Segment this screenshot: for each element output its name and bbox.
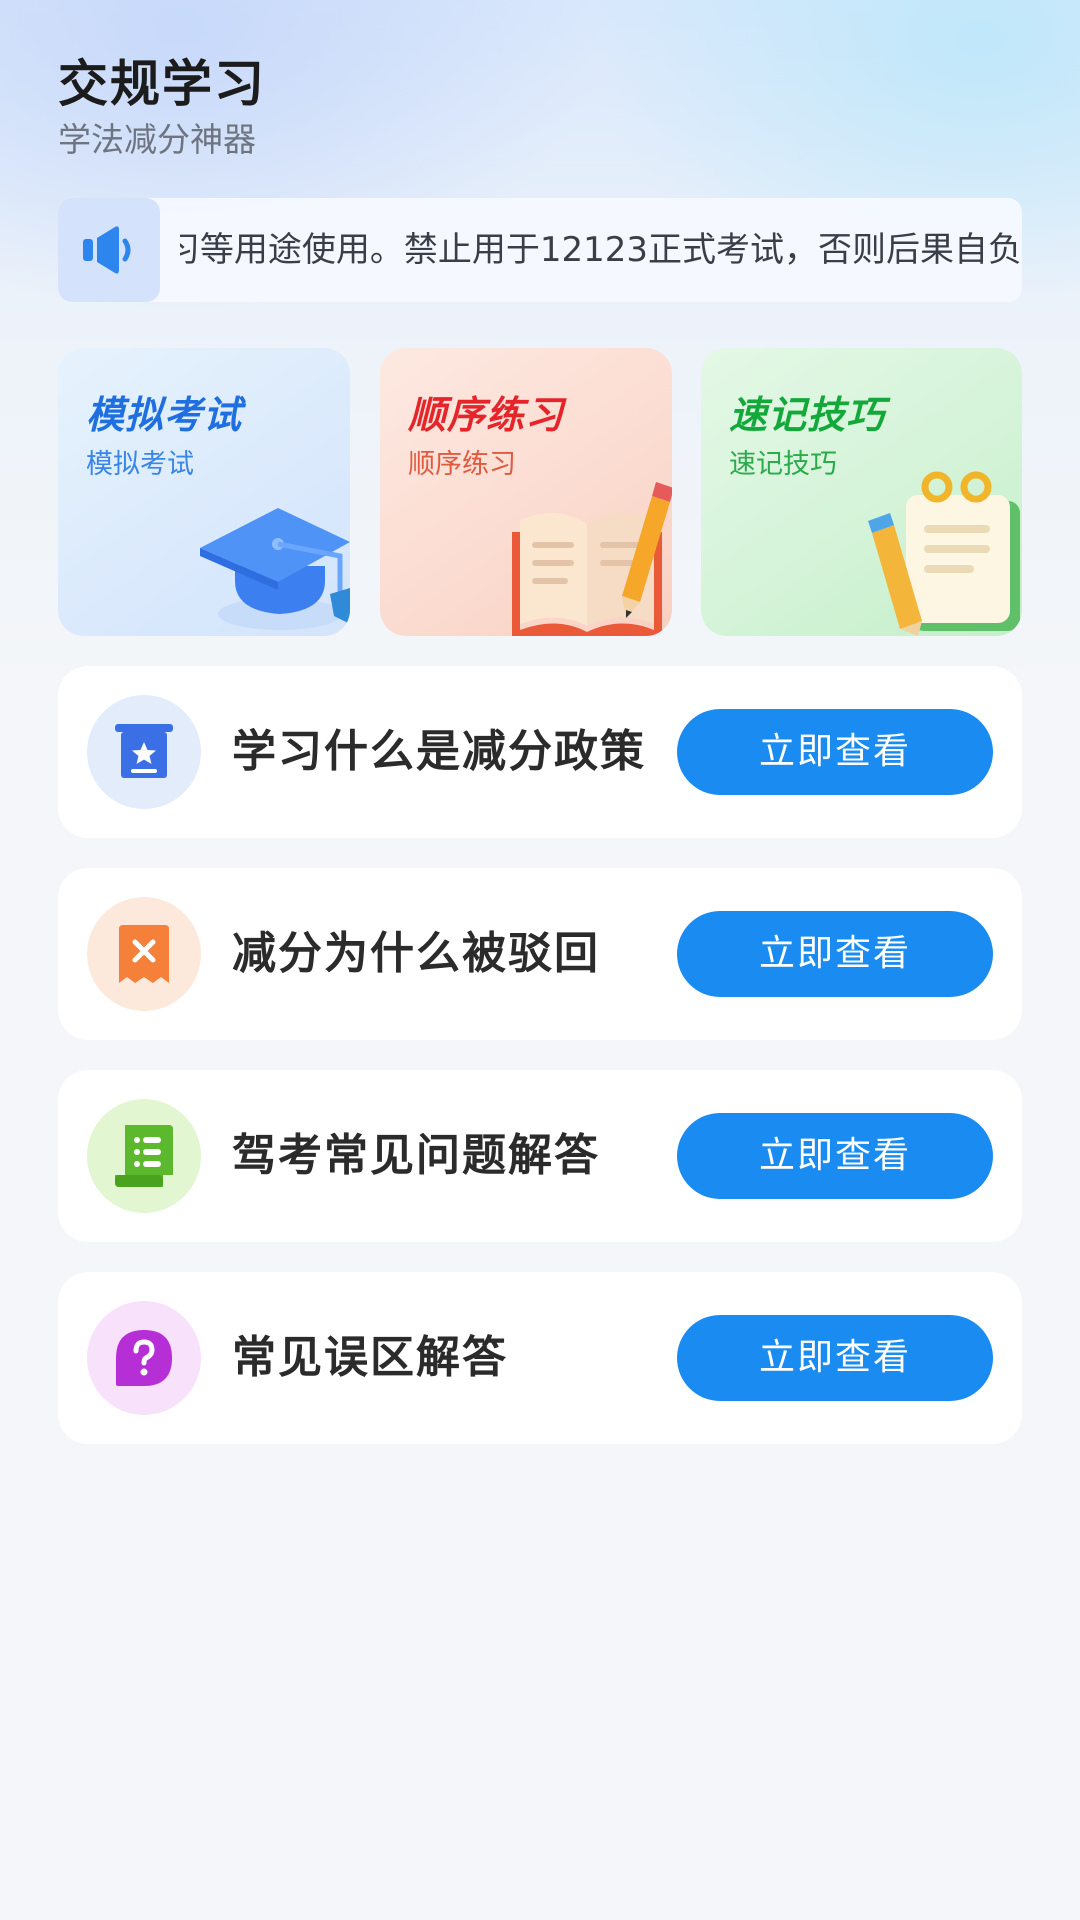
document-list-icon <box>87 1099 201 1213</box>
card-subtitle: 速记技巧 <box>729 449 837 480</box>
graduation-cap-icon <box>200 508 350 630</box>
page-header: 交规学习 学法减分神器 <box>58 52 266 162</box>
list-item-title: 常见误区解答 <box>232 1332 508 1383</box>
card-title: 速记技巧 <box>729 393 886 437</box>
list-item-title: 学习什么是减分政策 <box>232 726 646 777</box>
list-item-common-misconceptions[interactable]: 常见误区解答 立即查看 <box>58 1272 1022 1444</box>
card-title: 模拟考试 <box>86 393 243 437</box>
view-now-button[interactable]: 立即查看 <box>677 911 993 997</box>
card-mock-exam[interactable]: 模拟考试 模拟考试 <box>58 348 350 636</box>
rejected-receipt-icon <box>87 897 201 1011</box>
card-subtitle: 模拟考试 <box>86 449 194 480</box>
notice-marquee: 习等用途使用。禁止用于12123正式考试，否则后果自负 <box>180 198 1022 302</box>
card-memory-tips[interactable]: 速记技巧 速记技巧 <box>701 348 1022 636</box>
feature-cards: 模拟考试 模拟考试 顺序练习 顺序练习 速记技巧 速记技巧 <box>58 348 1022 636</box>
list-item-deduction-rejected[interactable]: 减分为什么被驳回 立即查看 <box>58 868 1022 1040</box>
card-title: 顺序练习 <box>408 393 565 437</box>
notepad-pencil-icon <box>868 471 1020 636</box>
speaker-icon <box>58 198 160 302</box>
card-sequential-practice[interactable]: 顺序练习 顺序练习 <box>380 348 672 636</box>
list-item-exam-faq[interactable]: 驾考常见问题解答 立即查看 <box>58 1070 1022 1242</box>
notice-bar[interactable]: 习等用途使用。禁止用于12123正式考试，否则后果自负 <box>58 198 1022 302</box>
page-subtitle: 学法减分神器 <box>58 120 256 159</box>
view-now-button[interactable]: 立即查看 <box>677 1113 993 1199</box>
list-item-title: 驾考常见问题解答 <box>232 1130 600 1181</box>
question-bubble-icon <box>87 1301 201 1415</box>
page-title: 交规学习 <box>58 55 266 113</box>
card-subtitle: 顺序练习 <box>408 449 516 480</box>
list-item-title: 减分为什么被驳回 <box>232 928 600 979</box>
view-now-button[interactable]: 立即查看 <box>677 1315 993 1401</box>
list-item-deduction-policy[interactable]: 学习什么是减分政策 立即查看 <box>58 666 1022 838</box>
book-pencil-icon <box>512 482 672 636</box>
notice-text: 习等用途使用。禁止用于12123正式考试，否则后果自负 <box>180 230 1022 270</box>
view-now-button[interactable]: 立即查看 <box>677 709 993 795</box>
star-scroll-icon <box>87 695 201 809</box>
